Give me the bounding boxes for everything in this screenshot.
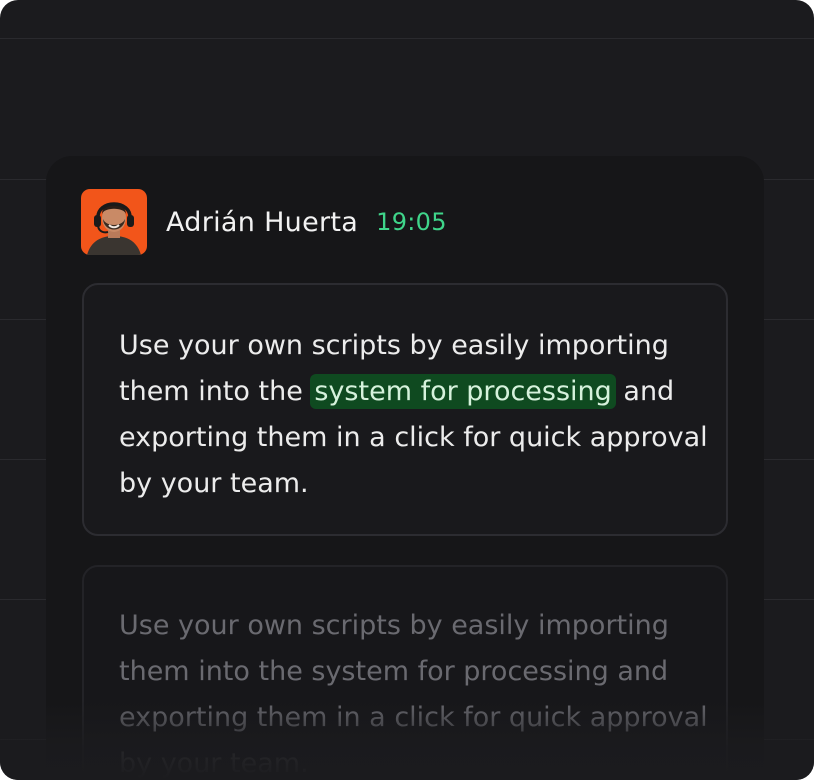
highlighted-phrase[interactable]: system for processing bbox=[310, 374, 616, 409]
app-window: Adrián Huerta 19:05 Use your own scripts… bbox=[0, 0, 814, 780]
avatar[interactable] bbox=[81, 189, 147, 255]
message-text: Use your own scripts by easily importing… bbox=[119, 323, 709, 507]
user-avatar-icon bbox=[87, 202, 141, 255]
message-header: Adrián Huerta 19:05 bbox=[81, 189, 447, 255]
faded-message-card: Use your own scripts by easily importing… bbox=[82, 565, 728, 780]
divider bbox=[0, 38, 814, 39]
message-card[interactable]: Use your own scripts by easily importing… bbox=[82, 283, 728, 536]
faded-message-text: Use your own scripts by easily importing… bbox=[119, 610, 708, 779]
author-name: Adrián Huerta bbox=[166, 206, 359, 238]
message-time: 19:05 bbox=[376, 208, 447, 236]
